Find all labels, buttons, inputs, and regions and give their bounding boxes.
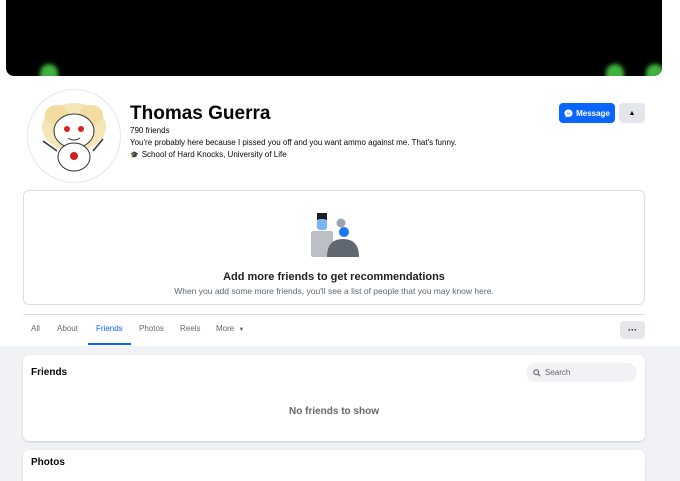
profile-name: Thomas Guerra <box>130 103 271 124</box>
search-icon <box>533 368 541 377</box>
tab-photos[interactable]: Photos <box>139 324 164 333</box>
people-illustration-icon <box>311 213 359 257</box>
message-button[interactable]: Message <box>559 103 615 123</box>
photos-section-title: Photos <box>31 457 65 468</box>
photos-card: Photos <box>23 450 645 481</box>
divider <box>23 314 645 315</box>
messenger-icon <box>564 108 573 118</box>
search-input[interactable] <box>545 368 635 377</box>
more-options-button[interactable]: ··· <box>620 321 645 339</box>
tab-about[interactable]: About <box>57 324 78 333</box>
empty-state-text: No friends to show <box>289 406 379 417</box>
message-label: Message <box>576 108 610 118</box>
profile-header: Thomas Guerra 790 friends You're probabl… <box>0 0 680 346</box>
recommendations-card: Add more friends to get recommendations … <box>23 190 645 305</box>
friends-section-title: Friends <box>31 367 68 378</box>
avatar[interactable] <box>28 90 120 182</box>
graduation-cap-icon: 🎓 <box>130 151 139 159</box>
profile-bio: You're probably here because I pissed yo… <box>130 138 457 147</box>
collapse-button[interactable]: ▲ <box>619 103 645 123</box>
cover-photo[interactable] <box>6 0 662 76</box>
friends-count[interactable]: 790 friends <box>130 126 170 135</box>
active-tab-indicator <box>88 343 131 345</box>
friends-card: Friends No friends to show <box>23 355 645 441</box>
tab-all[interactable]: All <box>31 324 40 333</box>
education-line: 🎓 School of Hard Knocks, University of L… <box>130 150 287 159</box>
chevron-up-icon: ▲ <box>628 109 636 117</box>
recommendations-title: Add more friends to get recommendations <box>223 271 445 283</box>
education-text: School of Hard Knocks, University of Lif… <box>141 150 287 159</box>
tab-more-label: More <box>216 324 235 333</box>
tab-friends[interactable]: Friends <box>96 324 123 333</box>
tab-reels[interactable]: Reels <box>180 324 200 333</box>
friends-search[interactable] <box>526 363 637 382</box>
tab-more[interactable]: More ▼ <box>216 324 244 333</box>
ellipsis-icon: ··· <box>628 325 637 335</box>
caret-down-icon: ▼ <box>238 327 245 333</box>
recommendations-subtitle: When you add some more friends, you'll s… <box>174 286 494 296</box>
